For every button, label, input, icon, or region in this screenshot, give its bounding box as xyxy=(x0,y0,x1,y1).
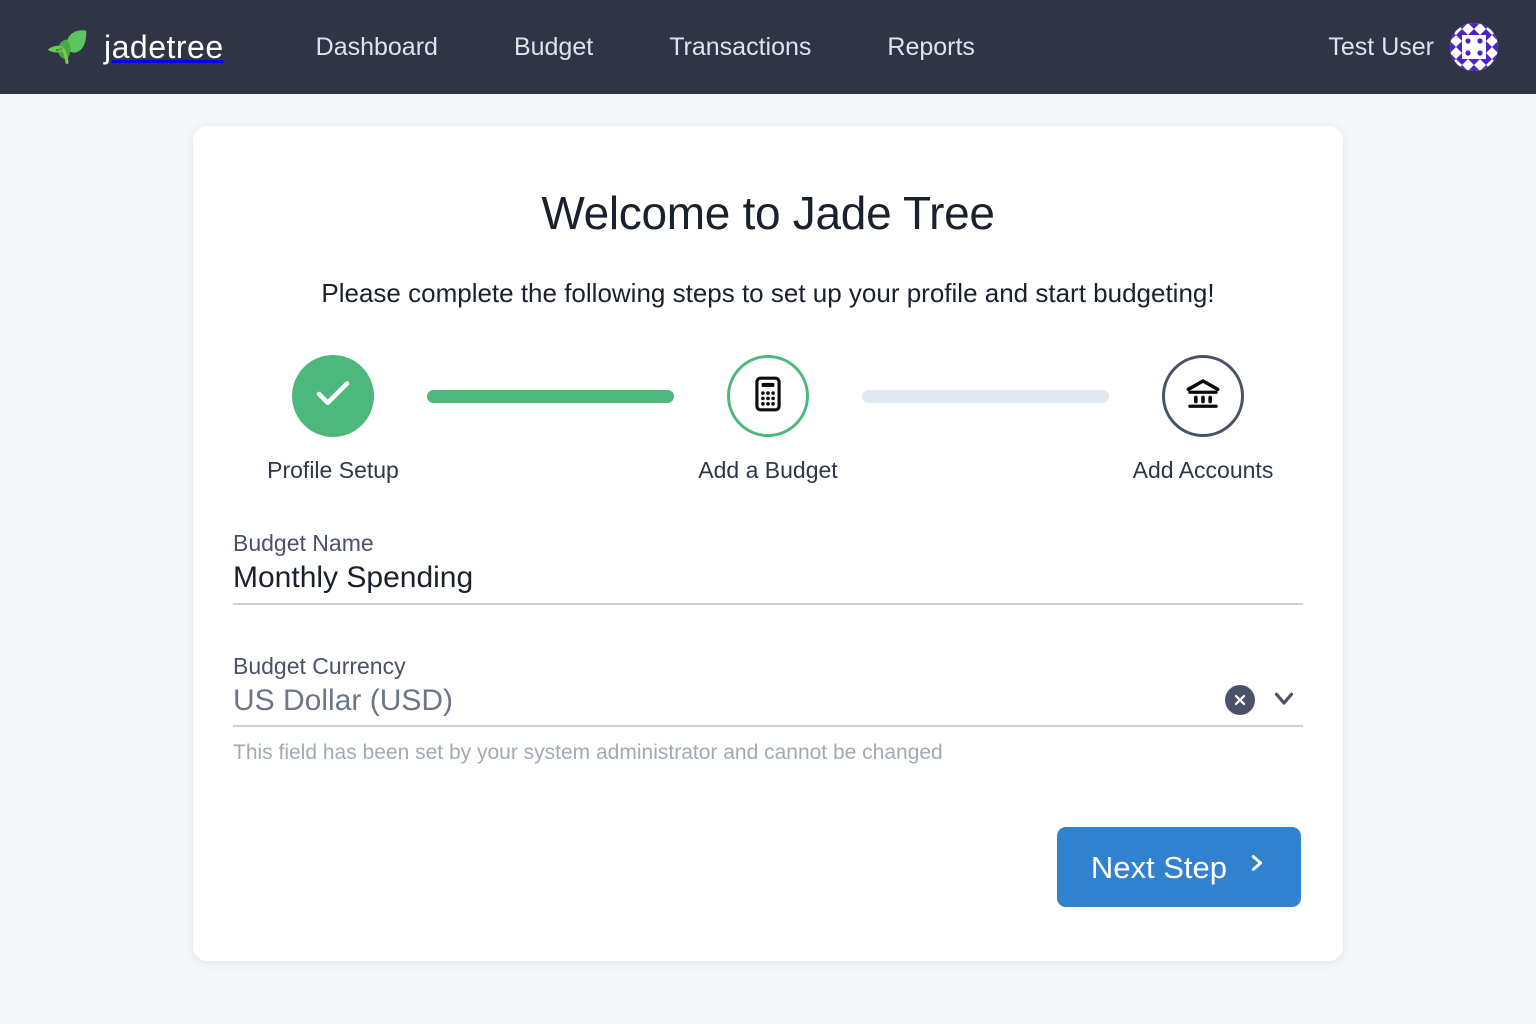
form-actions: Next Step xyxy=(233,827,1303,907)
stepper-connector-1 xyxy=(427,390,674,403)
nav-item-reports[interactable]: Reports xyxy=(887,33,975,62)
sprout-leaf-icon xyxy=(44,24,90,70)
budget-name-field[interactable]: Budget Name Monthly Spending xyxy=(233,530,1303,605)
budget-currency-field[interactable]: Budget Currency US Dollar (USD) xyxy=(233,652,1303,727)
primary-nav: Dashboard Budget Transactions Reports xyxy=(316,33,975,62)
budget-currency-hint: This field has been set by your system a… xyxy=(233,741,943,764)
step-add-budget-label: Add a Budget xyxy=(698,457,838,483)
onboarding-card: Welcome to Jade Tree Please complete the… xyxy=(193,126,1343,961)
step-profile-setup-label: Profile Setup xyxy=(267,457,399,483)
next-step-button[interactable]: Next Step xyxy=(1056,827,1301,907)
nav-item-transactions[interactable]: Transactions xyxy=(669,33,811,62)
budget-currency-input[interactable]: US Dollar (USD) xyxy=(233,682,1225,720)
page-body: Welcome to Jade Tree Please complete the… xyxy=(0,94,1536,961)
budget-currency-controls xyxy=(1225,683,1303,718)
calculator-icon xyxy=(749,375,787,418)
chevron-right-icon xyxy=(1245,849,1267,885)
step-add-accounts-circle xyxy=(1162,355,1244,437)
step-profile-setup[interactable]: Profile Setup xyxy=(239,355,427,484)
nav-item-budget[interactable]: Budget xyxy=(514,33,593,62)
step-add-budget[interactable]: Add a Budget xyxy=(674,355,862,484)
page-title: Welcome to Jade Tree xyxy=(541,187,995,239)
stepper-connector-2 xyxy=(862,390,1109,403)
budget-name-label: Budget Name xyxy=(233,530,374,556)
bank-icon xyxy=(1183,374,1223,419)
check-icon xyxy=(312,373,354,420)
user-name: Test User xyxy=(1328,32,1434,61)
step-profile-setup-circle xyxy=(292,355,374,437)
step-add-accounts[interactable]: Add Accounts xyxy=(1109,355,1297,484)
budget-name-input[interactable]: Monthly Spending xyxy=(233,559,1303,597)
budget-currency-label: Budget Currency xyxy=(233,652,406,679)
user-menu[interactable]: Test User xyxy=(1328,23,1498,71)
brand-home-link[interactable]: jadetree xyxy=(44,24,224,70)
top-navigation-bar: jadetree Dashboard Budget Transactions R… xyxy=(0,0,1536,94)
budget-name-row: Monthly Spending xyxy=(233,559,1303,597)
close-circle-icon[interactable] xyxy=(1225,685,1255,716)
onboarding-stepper: Profile Setup Add a Budget Add Accounts xyxy=(229,355,1307,484)
nav-item-dashboard[interactable]: Dashboard xyxy=(316,33,438,62)
chevron-down-icon[interactable] xyxy=(1269,683,1299,718)
brand-name: jadetree xyxy=(104,28,224,65)
step-add-accounts-label: Add Accounts xyxy=(1132,457,1274,483)
budget-currency-row: US Dollar (USD) xyxy=(233,682,1303,720)
page-subtitle: Please complete the following steps to s… xyxy=(321,278,1215,308)
budget-form: Budget Name Monthly Spending Budget Curr… xyxy=(229,530,1307,907)
next-step-button-label: Next Step xyxy=(1090,849,1227,885)
step-add-budget-circle xyxy=(727,355,809,437)
identicon-avatar[interactable] xyxy=(1450,23,1498,71)
